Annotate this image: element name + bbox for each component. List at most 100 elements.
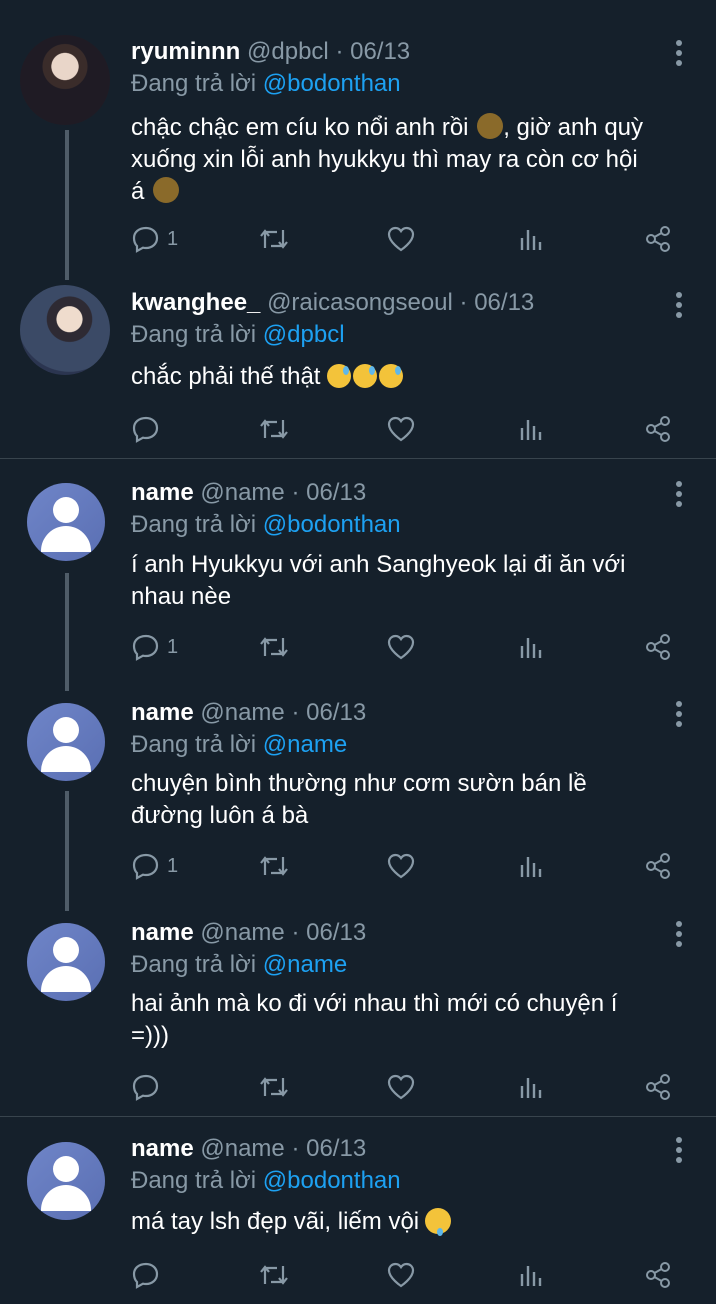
like-button[interactable]: [386, 223, 416, 255]
analytics-button[interactable]: [518, 223, 544, 255]
user-handle[interactable]: @name: [200, 1135, 284, 1162]
reply-mention[interactable]: @bodonthan: [263, 1167, 401, 1194]
display-name[interactable]: name: [131, 479, 194, 506]
tweet-actions: [131, 1071, 691, 1103]
tweet-text: hai ảnh mà ko đi với nhau thì mới có chu…: [131, 990, 618, 1049]
like-button[interactable]: [386, 1259, 416, 1291]
reply-icon: [132, 1074, 159, 1101]
tweet-text: chắc phải thế thật: [131, 361, 691, 393]
analytics-icon: [520, 638, 542, 658]
tweet-header: name @name · 06/13: [131, 699, 366, 727]
avatar[interactable]: [20, 35, 110, 125]
reply-button[interactable]: [131, 413, 161, 445]
display-name[interactable]: name: [131, 919, 194, 946]
reply-mention[interactable]: @bodonthan: [263, 511, 401, 538]
more-icon[interactable]: [672, 292, 686, 322]
retweet-button[interactable]: [257, 1259, 291, 1291]
share-button[interactable]: [643, 850, 673, 882]
reply-icon: [132, 226, 159, 253]
display-name[interactable]: kwanghee_: [131, 289, 260, 316]
analytics-icon: [520, 1078, 542, 1098]
tweet-actions: 1: [131, 631, 691, 663]
more-icon[interactable]: [672, 1137, 686, 1167]
tweet[interactable]: name @name · 06/13 Đang trả lời @name ch…: [0, 681, 716, 911]
user-handle[interactable]: @name: [200, 699, 284, 726]
like-button[interactable]: [386, 631, 416, 663]
reply-context: Đang trả lời @dpbcl: [131, 321, 345, 348]
share-button[interactable]: [643, 1259, 673, 1291]
share-button[interactable]: [643, 413, 673, 445]
share-button[interactable]: [643, 223, 673, 255]
user-handle[interactable]: @dpbcl: [247, 38, 329, 65]
share-icon: [646, 226, 670, 252]
tweet-date: · 06/13: [291, 1135, 367, 1162]
like-button[interactable]: [386, 1071, 416, 1103]
avatar[interactable]: [27, 483, 105, 561]
reply-context: Đang trả lời @bodonthan: [131, 511, 401, 538]
like-icon: [387, 634, 415, 660]
reply-mention[interactable]: @name: [263, 951, 347, 978]
tweet-header: name @name · 06/13: [131, 1135, 366, 1163]
reply-count: 1: [167, 854, 179, 877]
analytics-button[interactable]: [518, 1071, 544, 1103]
reply-button[interactable]: 1: [131, 850, 178, 882]
analytics-button[interactable]: [518, 1259, 544, 1291]
reply-mention[interactable]: @bodonthan: [263, 70, 401, 97]
tweet[interactable]: name @name · 06/13 Đang trả lời @name ha…: [0, 901, 716, 1115]
tweet[interactable]: name @name · 06/13 Đang trả lời @bodonth…: [0, 459, 716, 691]
more-icon[interactable]: [672, 481, 686, 511]
reply-mention[interactable]: @name: [263, 731, 347, 758]
analytics-button[interactable]: [518, 631, 544, 663]
avatar[interactable]: [27, 703, 105, 781]
like-button[interactable]: [386, 850, 416, 882]
share-icon: [646, 416, 670, 442]
like-button[interactable]: [386, 413, 416, 445]
reply-icon: [132, 853, 159, 880]
avatar[interactable]: [27, 923, 105, 1001]
tweet-header: ryuminnn @dpbcl · 06/13: [131, 38, 410, 66]
tweet-text: í anh Hyukkyu với anh Sanghyeok lại đi ă…: [131, 551, 626, 610]
tweet[interactable]: kwanghee_ @raicasongseoul · 06/13 Đang t…: [0, 265, 716, 458]
retweet-button[interactable]: [257, 223, 291, 255]
tweet-header: kwanghee_ @raicasongseoul · 06/13: [131, 289, 534, 317]
display-name[interactable]: ryuminnn: [131, 38, 240, 65]
share-icon: [646, 634, 670, 660]
user-handle[interactable]: @name: [200, 919, 284, 946]
tweet-date: · 06/13: [459, 289, 535, 316]
avatar[interactable]: [20, 285, 110, 375]
reply-button[interactable]: [131, 1071, 161, 1103]
retweet-button[interactable]: [257, 850, 291, 882]
retweet-icon: [260, 229, 288, 249]
reply-context: Đang trả lời @bodonthan: [131, 70, 401, 97]
reply-count: 1: [167, 227, 179, 250]
like-icon: [387, 853, 415, 879]
retweet-button[interactable]: [257, 1071, 291, 1103]
display-name[interactable]: name: [131, 699, 194, 726]
reply-button[interactable]: 1: [131, 223, 178, 255]
tweet[interactable]: name @name · 06/13 Đang trả lời @bodonth…: [0, 1117, 716, 1304]
avatar[interactable]: [27, 1142, 105, 1220]
share-icon: [646, 1074, 670, 1100]
more-icon[interactable]: [672, 701, 686, 731]
user-handle[interactable]: @name: [200, 479, 284, 506]
more-icon[interactable]: [672, 40, 686, 70]
retweet-button[interactable]: [257, 413, 291, 445]
reply-mention[interactable]: @dpbcl: [263, 321, 345, 348]
tweet-date: · 06/13: [291, 699, 367, 726]
reply-button[interactable]: 1: [131, 631, 178, 663]
reply-button[interactable]: [131, 1259, 161, 1291]
analytics-button[interactable]: [518, 850, 544, 882]
like-icon: [387, 1074, 415, 1100]
share-button[interactable]: [643, 1071, 673, 1103]
tweet[interactable]: ryuminnn @dpbcl · 06/13 Đang trả lời @bo…: [0, 0, 716, 280]
reply-icon: [132, 1262, 159, 1289]
user-handle[interactable]: @raicasongseoul: [267, 289, 453, 316]
retweet-button[interactable]: [257, 631, 291, 663]
tweet-actions: 1: [131, 223, 691, 255]
retweet-icon: [260, 1077, 288, 1097]
analytics-button[interactable]: [518, 413, 544, 445]
like-icon: [387, 226, 415, 252]
more-icon[interactable]: [672, 921, 686, 951]
display-name[interactable]: name: [131, 1135, 194, 1162]
share-button[interactable]: [643, 631, 673, 663]
